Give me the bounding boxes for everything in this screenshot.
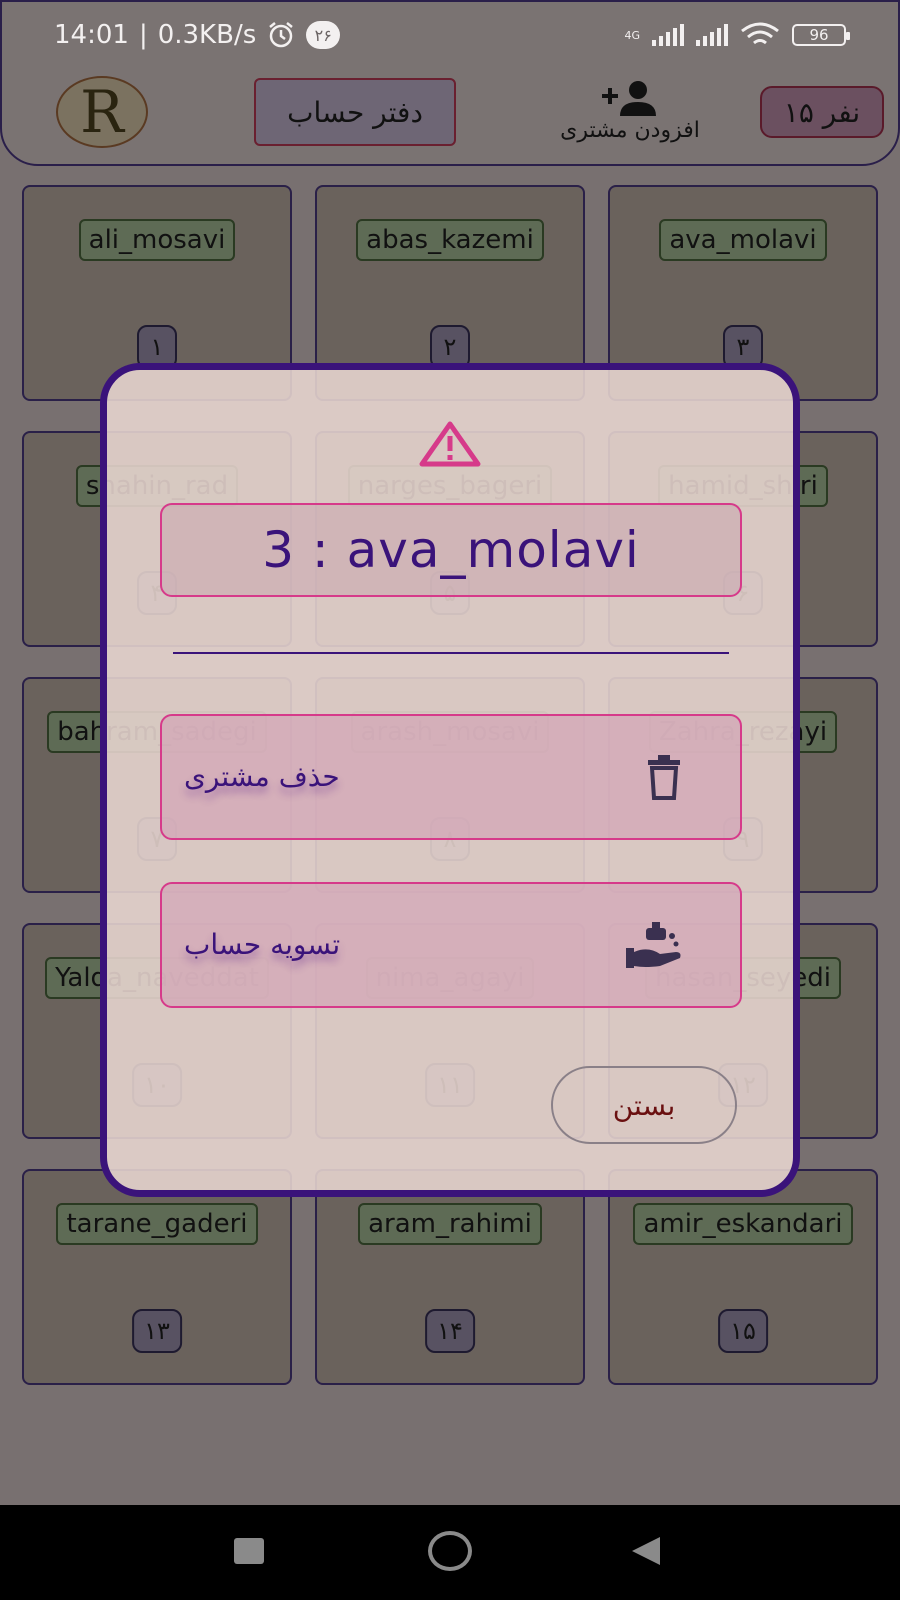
trash-icon — [648, 755, 680, 800]
customer-number-badge: ۱۳ — [132, 1309, 182, 1353]
settle-account-label: تسویه حساب — [184, 928, 341, 961]
add-customer-button[interactable]: افزودن مشتری — [540, 80, 720, 146]
customer-number-badge: ۱۵ — [718, 1309, 768, 1353]
warning-icon — [419, 421, 481, 467]
delete-customer-button[interactable]: حذف مشتری — [160, 714, 742, 840]
customer-card[interactable]: amir_eskandari ۱۵ — [608, 1169, 878, 1385]
status-time: 14:01 — [54, 20, 129, 50]
customer-name: ava_molavi — [659, 219, 827, 261]
recents-button[interactable] — [234, 1538, 264, 1564]
back-button[interactable] — [632, 1537, 660, 1565]
status-bar: 14:01 | 0.3KB/s ۲۶ 4G 96 — [2, 16, 900, 60]
customer-name: amir_eskandari — [633, 1203, 853, 1245]
ledger-button[interactable]: دفتر حساب — [254, 78, 456, 146]
customer-name: aram_rahimi — [358, 1203, 542, 1245]
close-button[interactable]: بستن — [551, 1066, 737, 1144]
customer-name: abas_kazemi — [356, 219, 544, 261]
hand-wash-icon — [626, 922, 681, 968]
dialog-title: 3 : ava_molavi — [160, 503, 742, 597]
delete-customer-label: حذف مشتری — [184, 760, 340, 793]
app-header: 14:01 | 0.3KB/s ۲۶ 4G 96 R دفتر حساب افز… — [0, 0, 900, 166]
notification-count-badge: ۲۶ — [306, 21, 341, 49]
alarm-icon — [269, 22, 294, 48]
customer-name: tarane_gaderi — [56, 1203, 258, 1245]
customer-count-badge: ۱۵ نفر — [760, 86, 884, 138]
dialog-divider — [173, 652, 729, 654]
settle-account-button[interactable]: تسویه حساب — [160, 882, 742, 1008]
home-button[interactable] — [428, 1531, 472, 1571]
customer-card[interactable]: tarane_gaderi ۱۳ — [22, 1169, 292, 1385]
wifi-icon — [741, 22, 779, 45]
network-type: 4G — [624, 28, 640, 42]
add-person-icon — [602, 81, 656, 116]
app-logo[interactable]: R — [56, 76, 148, 148]
customer-card[interactable]: aram_rahimi ۱۴ — [315, 1169, 585, 1385]
customer-number-badge: ۱۴ — [425, 1309, 475, 1353]
signal-icon-2 — [696, 24, 728, 46]
add-customer-label: افزودن مشتری — [560, 118, 700, 143]
battery-icon: 96 — [792, 24, 850, 46]
system-nav-bar — [0, 1505, 900, 1600]
customer-name: ali_mosavi — [78, 219, 236, 261]
signal-icon — [652, 24, 684, 46]
status-net-speed: 0.3KB/s — [157, 20, 257, 50]
customer-options-dialog: 3 : ava_molavi حذف مشتری تسویه حساب بستن — [100, 363, 800, 1197]
